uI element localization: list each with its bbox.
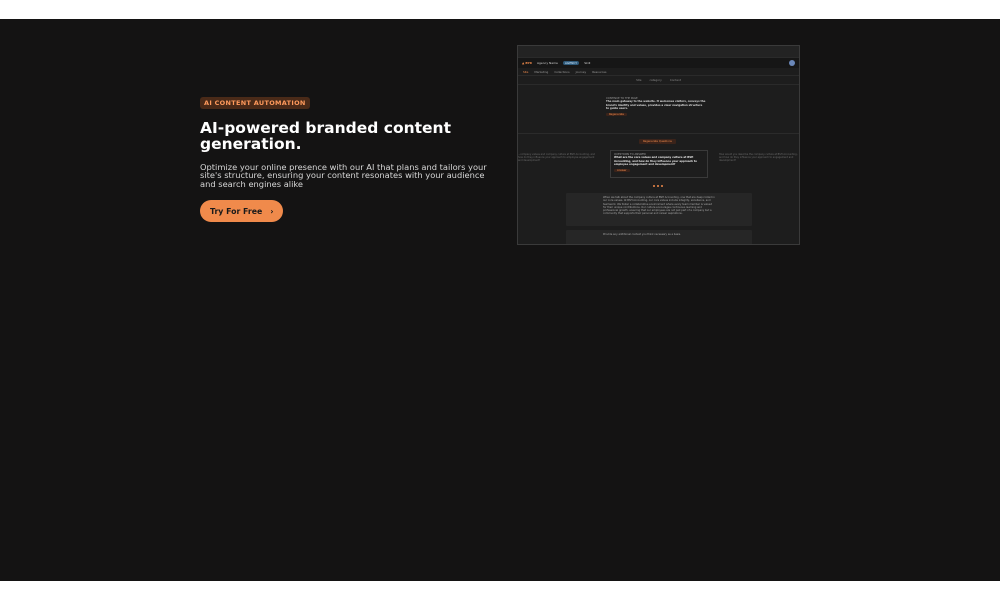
workspace-name: Agency Name bbox=[536, 61, 558, 65]
subtab-content: Content bbox=[669, 78, 681, 82]
cta-label: Try For Free bbox=[210, 206, 263, 216]
page-background: AI CONTENT AUTOMATION AI-powered branded… bbox=[0, 19, 1000, 581]
tab-site: Site bbox=[523, 69, 529, 74]
subtab-category: category bbox=[649, 78, 662, 82]
carousel-dot bbox=[661, 185, 663, 187]
tab-marketing: Marketing bbox=[534, 69, 549, 74]
screenshot-window-bar bbox=[518, 46, 799, 58]
center-question-card: QUESTIONS TO ANSWER What are the core va… bbox=[610, 150, 708, 178]
hero-title: AI-powered branded content generation. bbox=[200, 119, 451, 153]
top-card-text: The main gateway to the website. It welc… bbox=[606, 100, 706, 111]
try-for-free-button[interactable]: Try For Free › bbox=[200, 200, 283, 223]
screenshot-app-header: ▲ BYR Agency Name AGENCY Skill bbox=[518, 58, 799, 68]
screenshot-subtabs: Site category Content bbox=[518, 76, 799, 85]
top-card: CONTINUE TO THE PAGE The main gateway to… bbox=[606, 97, 706, 117]
regenerate-button: Regenerate bbox=[606, 112, 628, 117]
category-badge: AI CONTENT AUTOMATION bbox=[200, 97, 310, 109]
answer-button: Answer bbox=[614, 168, 630, 173]
product-screenshot: ▲ BYR Agency Name AGENCY Skill Site Mark… bbox=[517, 45, 800, 245]
right-question-card: How would you describe the company cultu… bbox=[719, 153, 798, 163]
hero-section: AI CONTENT AUTOMATION AI-powered branded… bbox=[200, 90, 500, 223]
answer-panel: When we talk about the company culture a… bbox=[566, 193, 752, 226]
hero-description: Optimize your online presence with our A… bbox=[200, 162, 487, 189]
avatar bbox=[789, 60, 795, 66]
tab-collections: Collections bbox=[554, 69, 570, 74]
carousel-dots bbox=[653, 185, 663, 187]
carousel-dot bbox=[657, 185, 659, 187]
divider bbox=[518, 133, 799, 134]
left-question-card: ...company values and company culture at… bbox=[518, 153, 595, 163]
page-name: Skill bbox=[584, 61, 591, 65]
screenshot-tabs: Site Marketing Collections Journey Resou… bbox=[518, 68, 799, 76]
followup-panel: Provide any additional context you think… bbox=[566, 230, 752, 244]
center-card-text: What are the core values and company cul… bbox=[614, 156, 697, 167]
chevron-right-icon: › bbox=[270, 206, 274, 216]
app-logo: ▲ BYR bbox=[522, 61, 532, 65]
regenerate-questions-button: Regenerate Questions bbox=[639, 139, 676, 144]
tab-resources: Resources bbox=[592, 69, 607, 74]
workspace-tag: AGENCY bbox=[562, 61, 580, 65]
subtab-site: Site bbox=[636, 78, 642, 82]
carousel-dot bbox=[653, 185, 655, 187]
tab-journey: Journey bbox=[575, 69, 587, 74]
